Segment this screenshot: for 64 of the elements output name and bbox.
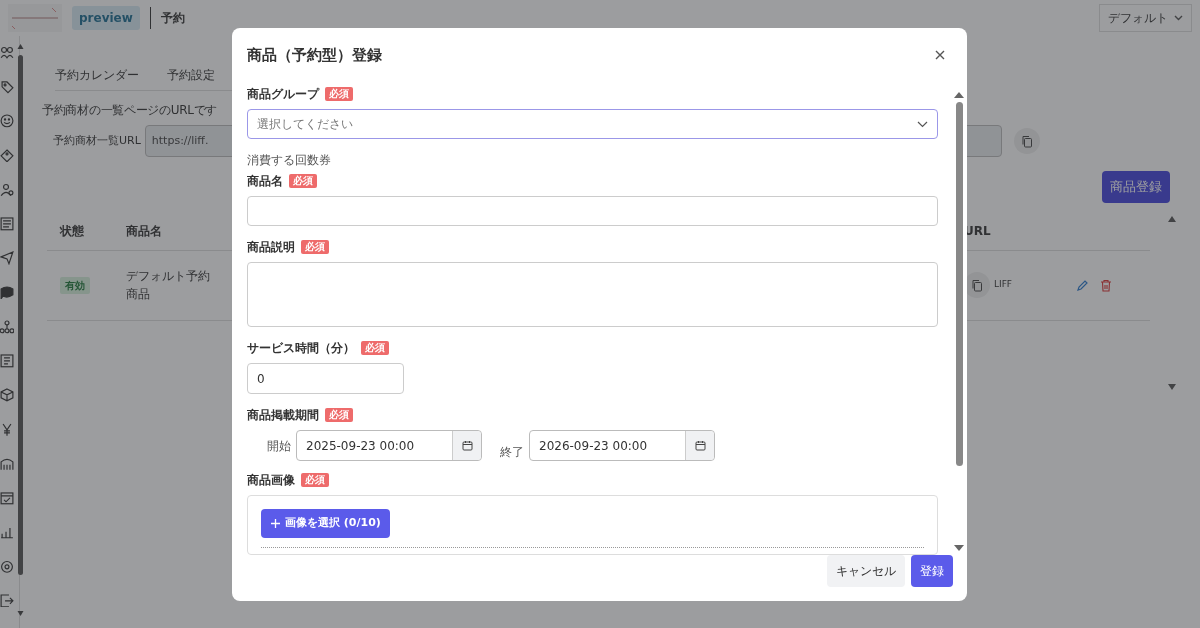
required-badge: 必須 <box>301 473 329 487</box>
required-badge: 必須 <box>361 341 389 355</box>
field-label: 終了 <box>500 444 524 461</box>
chat-icon[interactable] <box>0 285 14 300</box>
tab[interactable]: 予約カレンダー <box>55 66 139 84</box>
field-label: 商品画像 <box>247 472 295 489</box>
bar-chart-icon[interactable] <box>0 525 14 539</box>
placeholder-text: 選択してください <box>257 116 353 133</box>
tag-icon[interactable] <box>0 80 14 94</box>
logout-icon[interactable] <box>0 593 14 608</box>
submit-button[interactable]: 登録 <box>911 555 953 587</box>
field-label: 開始 <box>267 437 291 455</box>
smiley-icon[interactable] <box>0 114 14 129</box>
select-field[interactable]: 選択してください <box>247 109 938 139</box>
close-button[interactable] <box>933 48 947 62</box>
product-name: デフォルト予約商品 <box>126 268 210 303</box>
required-badge: 必須 <box>325 408 353 422</box>
chevron-down-icon <box>917 120 928 128</box>
settings-icon[interactable] <box>0 559 14 574</box>
field-label: 商品グループ <box>247 86 319 103</box>
field-label: 商品掲載期間 <box>247 407 319 424</box>
required-badge: 必須 <box>325 87 353 101</box>
field-note: 消費する回数券 <box>247 152 332 169</box>
column-header: 商品名 <box>125 224 162 238</box>
field-label: サービス時間（分） <box>247 340 355 357</box>
copy-icon <box>1020 134 1033 148</box>
required-badge: 必須 <box>289 174 317 188</box>
register-product-button[interactable]: 商品登録 <box>1102 171 1170 203</box>
field-value: https://liff. <box>151 132 209 149</box>
building-icon[interactable] <box>0 456 14 471</box>
send-icon[interactable] <box>0 251 14 266</box>
delete-icon[interactable] <box>1100 278 1112 292</box>
link-label: LIFF <box>994 278 1013 292</box>
account-dropdown[interactable]: デフォルト <box>1099 4 1192 32</box>
copy-icon <box>971 278 983 292</box>
cancel-button[interactable]: キャンセル <box>827 555 905 587</box>
url-description: 予約商材の一覧ページのURLです <box>42 102 217 119</box>
close-icon <box>933 48 947 62</box>
modal-title: 商品（予約型）登録 <box>247 46 382 64</box>
people-icon[interactable] <box>0 46 14 60</box>
chevron-down-icon <box>1174 15 1183 21</box>
input-field[interactable]: 0 <box>247 363 404 394</box>
calendar-icon[interactable] <box>0 491 14 505</box>
required-badge: 必須 <box>301 240 329 254</box>
ticket-icon[interactable] <box>0 148 14 163</box>
field-label: 予約商材一覧URL <box>53 132 141 149</box>
input-field[interactable] <box>247 196 938 226</box>
page-title: 予約 <box>160 10 185 27</box>
tab[interactable]: 予約設定 <box>167 66 215 84</box>
preview-badge: preview <box>72 6 140 30</box>
add-image-button[interactable]: 画像を選択 (0/10) <box>261 509 390 538</box>
plus-icon <box>270 517 281 529</box>
status-badge: 有効 <box>60 277 90 294</box>
list-icon[interactable] <box>0 217 14 231</box>
edit-icon[interactable] <box>1076 278 1088 292</box>
person-icon[interactable] <box>0 182 14 197</box>
field-label: 商品説明 <box>247 239 295 256</box>
field-label: 商品名 <box>247 173 283 190</box>
cube-icon[interactable] <box>0 388 14 403</box>
column-header: 状態 <box>60 224 84 238</box>
yen-icon[interactable] <box>0 422 14 437</box>
document-icon[interactable] <box>0 354 14 368</box>
textarea-field[interactable] <box>247 262 938 327</box>
network-icon[interactable] <box>0 319 14 334</box>
